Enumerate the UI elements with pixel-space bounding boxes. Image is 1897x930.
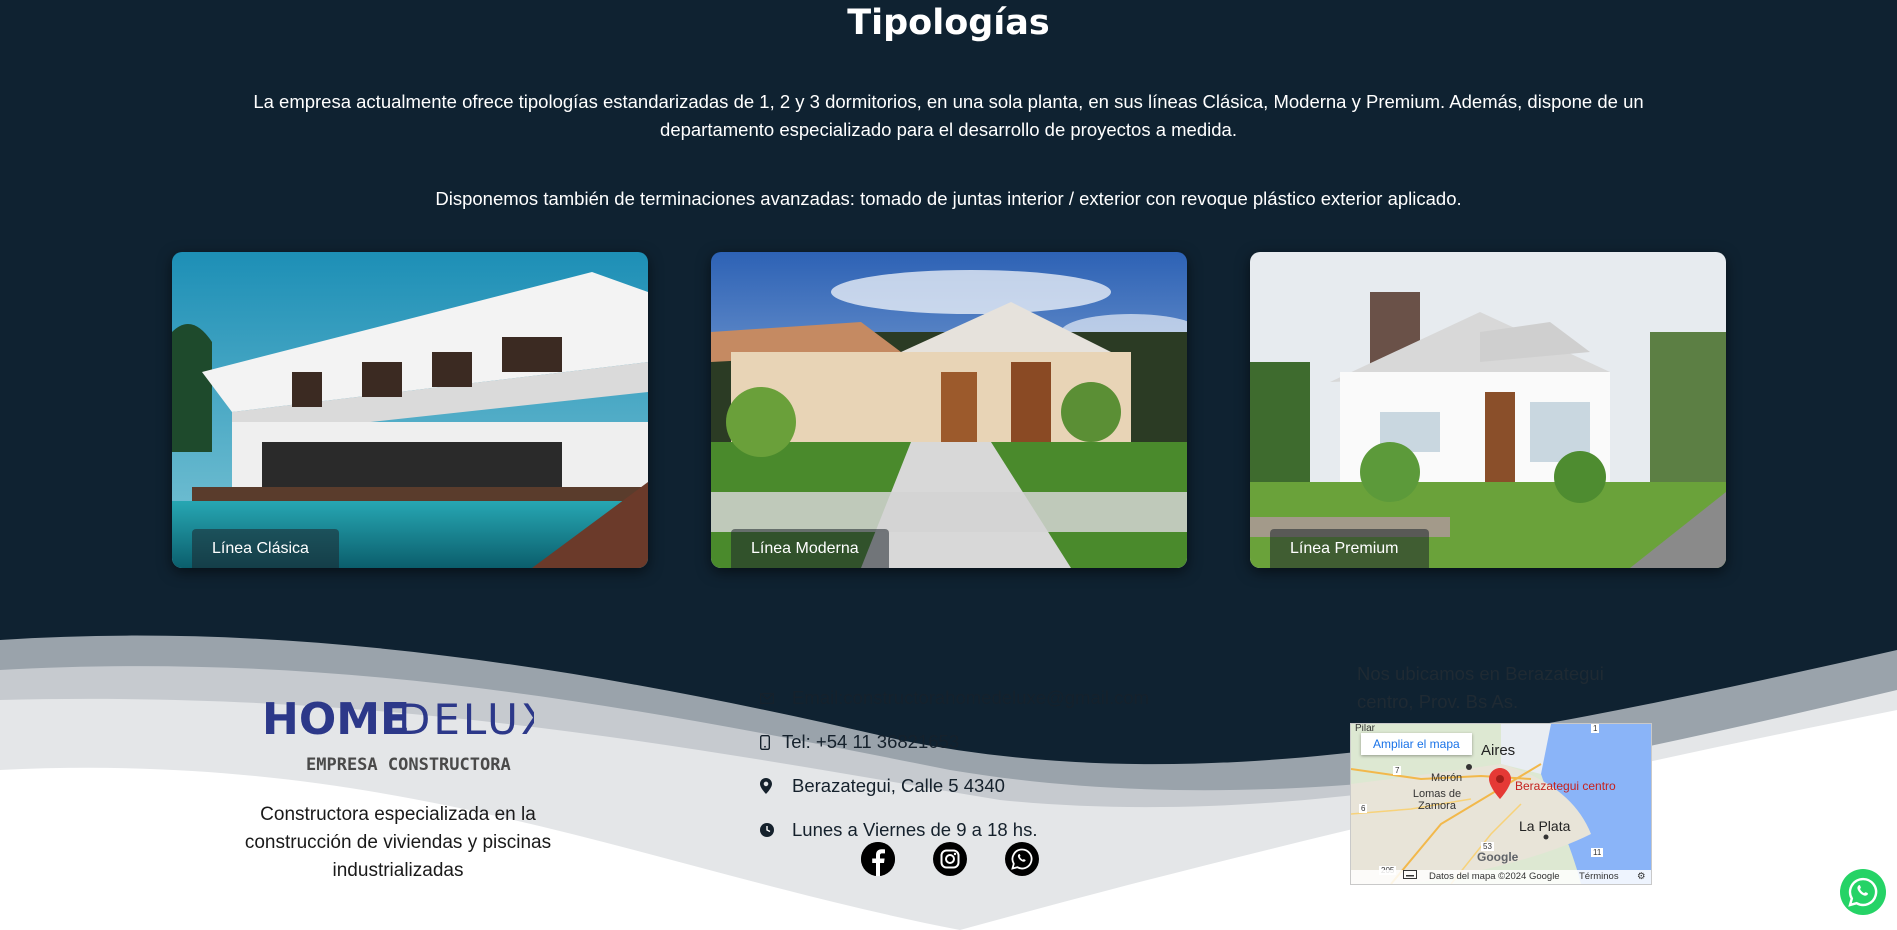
map-place-lomas-de-zamora: Lomas de Zamora (1412, 788, 1462, 812)
card-linea-premium[interactable]: Línea Premium (1250, 252, 1726, 568)
map-route: 6 (1359, 804, 1368, 813)
contact-phone[interactable]: Tel: +54 11 36821653 (760, 720, 1149, 764)
map-enlarge-link[interactable]: Ampliar el mapa (1361, 733, 1472, 755)
contact-email-text: Email:constructorahomedeluxe@gmail.com (792, 687, 1150, 708)
card-label: Línea Premium (1270, 529, 1429, 568)
whatsapp-icon[interactable] (1005, 842, 1039, 876)
facebook-icon[interactable] (861, 842, 895, 876)
section-title: Tipologías (847, 3, 1050, 43)
home-deluxe-logo[interactable]: HOME DELUXE EMPRESA CONSTRUCTORA (262, 688, 534, 780)
intro-text: La empresa actualmente ofrece tipologías… (253, 91, 1644, 140)
logo-word-home: HOME (262, 694, 410, 745)
google-logo: Google (1477, 850, 1519, 864)
map-marker-label: Berazategui centro (1515, 779, 1616, 793)
contact-address[interactable]: Berazategui, Calle 5 4340 (760, 764, 1149, 808)
whatsapp-float-button[interactable] (1840, 869, 1886, 915)
envelope-icon (760, 692, 784, 704)
logo-word-deluxe: DELUXE (398, 695, 534, 744)
map-attribution-bar: Datos del mapa ©2024 Google Términos ⚙ (1351, 870, 1651, 884)
instagram-icon[interactable] (933, 842, 967, 876)
contact-address-text: Berazategui, Calle 5 4340 (792, 775, 1005, 796)
clock-icon (760, 823, 784, 837)
location-map[interactable]: Pilar Aires Morón Lomas de Zamora La Pla… (1350, 723, 1652, 885)
map-route: 1 (1591, 724, 1600, 733)
map-pin-icon (760, 778, 784, 794)
contact-hours-text: Lunes a Viernes de 9 a 18 hs. (792, 819, 1038, 840)
phone-icon (760, 734, 776, 750)
logo-tagline: EMPRESA CONSTRUCTORA (306, 755, 511, 775)
footer-description: Constructora especializada en la constru… (244, 804, 552, 881)
finishes-text: Disponemos también de terminaciones avan… (435, 188, 1462, 209)
map-settings-icon[interactable]: ⚙ (1637, 870, 1646, 884)
map-route: 7 (1393, 766, 1402, 775)
contact-list: Email:constructorahomedeluxe@gmail.com T… (760, 676, 1149, 852)
map-caption: Nos ubicamos en Berazategui centro, Prov… (1357, 663, 1604, 712)
map-place-moron: Morón (1431, 772, 1463, 784)
card-label: Línea Moderna (731, 529, 889, 568)
house-garden-image (711, 252, 1187, 568)
card-label: Línea Clásica (192, 529, 339, 568)
map-place-aires: Aires (1481, 742, 1516, 759)
card-linea-clasica[interactable]: Línea Clásica (172, 252, 648, 568)
house-pool-image (172, 252, 648, 568)
map-route: 11 (1591, 848, 1604, 857)
map-place-la-plata: La Plata (1519, 818, 1571, 834)
house-lawn-image (1250, 252, 1726, 568)
keyboard-icon[interactable] (1403, 870, 1417, 879)
card-linea-moderna[interactable]: Línea Moderna (711, 252, 1187, 568)
map-attribution: Datos del mapa ©2024 Google (1429, 871, 1560, 882)
whatsapp-icon (1848, 877, 1878, 907)
map-terms-link[interactable]: Términos (1579, 870, 1619, 884)
contact-phone-text: Tel: +54 11 36821653 (782, 731, 960, 752)
contact-email[interactable]: Email:constructorahomedeluxe@gmail.com (760, 676, 1149, 720)
